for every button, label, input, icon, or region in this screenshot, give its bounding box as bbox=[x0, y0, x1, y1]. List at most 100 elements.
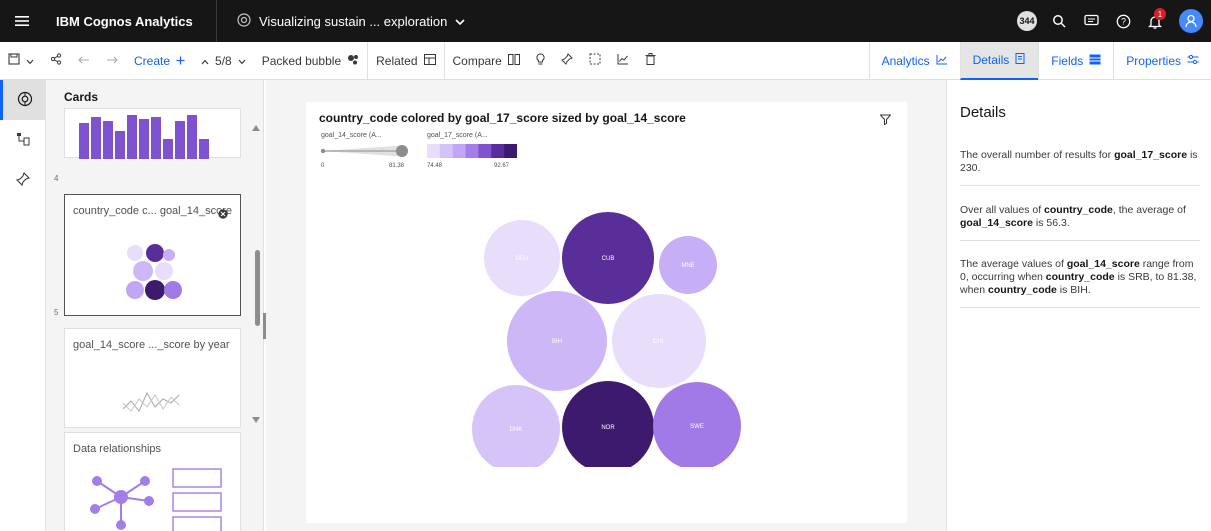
bubble-dnk[interactable] bbox=[472, 385, 560, 467]
select-area-icon bbox=[589, 53, 601, 68]
user-avatar-icon[interactable] bbox=[1171, 0, 1211, 42]
visualization-title: country_code colored by goal_17_score si… bbox=[319, 111, 686, 125]
share-icon bbox=[50, 53, 62, 68]
size-legend bbox=[320, 145, 408, 157]
create-button[interactable]: Create bbox=[126, 42, 193, 80]
bubble-label: SWE bbox=[690, 424, 704, 430]
bubble-label: CHL bbox=[653, 339, 666, 345]
bubble-label: DEU bbox=[516, 256, 529, 262]
color-legend-swatch bbox=[452, 144, 466, 158]
save-menu-button[interactable] bbox=[0, 42, 42, 80]
related-button[interactable]: Related bbox=[368, 41, 445, 80]
undo-icon bbox=[78, 54, 90, 68]
help-icon[interactable]: ? bbox=[1107, 0, 1139, 42]
color-legend-swatch bbox=[478, 144, 492, 158]
card-data-relationships[interactable]: Data relationships bbox=[64, 432, 241, 531]
details-panel: Details The overall number of results fo… bbox=[946, 80, 1211, 531]
tab-details-label: Details bbox=[972, 53, 1010, 67]
filter-icon[interactable] bbox=[879, 114, 892, 128]
card-label: country_code c... goal_14_score bbox=[73, 205, 232, 217]
bubble-nor[interactable] bbox=[562, 381, 654, 467]
compare-button[interactable]: Compare bbox=[445, 42, 528, 80]
color-legend-label: goal_17_score (A... bbox=[427, 132, 488, 139]
insights-button[interactable] bbox=[528, 42, 553, 80]
color-legend-swatch bbox=[439, 144, 454, 158]
rail-cards-button[interactable] bbox=[0, 80, 46, 120]
details-title: Details bbox=[960, 104, 1006, 121]
cards-scrollbar-thumb[interactable] bbox=[255, 250, 260, 326]
chevron-down-icon[interactable] bbox=[455, 14, 465, 29]
lightbulb-icon bbox=[536, 52, 545, 69]
color-legend-min: 74.48 bbox=[427, 163, 443, 169]
card-packed-bubble[interactable]: country_code c... goal_14_score bbox=[64, 194, 241, 316]
exploration-icon bbox=[237, 12, 251, 30]
chat-icon[interactable] bbox=[1075, 0, 1107, 42]
line-chart-icon bbox=[617, 53, 629, 68]
tab-details[interactable]: Details bbox=[959, 42, 1039, 80]
chevron-down-icon bbox=[26, 54, 34, 68]
close-icon[interactable] bbox=[218, 208, 228, 222]
card-thumbnail[interactable] bbox=[64, 108, 241, 159]
forecast-button[interactable] bbox=[609, 42, 637, 80]
pin-button[interactable] bbox=[553, 42, 581, 80]
select-area-button[interactable] bbox=[581, 42, 609, 80]
line-chart-thumbnail bbox=[122, 391, 180, 412]
rail-pins-button[interactable] bbox=[0, 160, 46, 200]
details-icon bbox=[1015, 52, 1026, 68]
cards-panel: Cards 4 country_code c... goal_14_score bbox=[46, 80, 264, 531]
notifications-icon[interactable]: 1 bbox=[1139, 0, 1171, 42]
packed-bubble-chart: DEU CUB MNE BIH CHL DNK NOR SWE bbox=[472, 212, 741, 467]
hamburger-menu-icon[interactable] bbox=[0, 0, 44, 42]
chevron-up-icon[interactable] bbox=[201, 54, 209, 68]
share-button[interactable] bbox=[42, 42, 70, 80]
tab-fields-label: Fields bbox=[1051, 54, 1084, 68]
scroll-up-icon[interactable] bbox=[252, 120, 260, 134]
detail-insight: Over all values of country_code, the ave… bbox=[960, 204, 1200, 242]
detail-insight: The average values of goal_14_score rang… bbox=[960, 258, 1200, 309]
card-number: 5 bbox=[54, 308, 59, 317]
scroll-down-icon[interactable] bbox=[252, 412, 260, 426]
sliders-icon bbox=[1187, 54, 1199, 68]
bubble-label: DNK bbox=[510, 427, 523, 433]
exploration-icon bbox=[17, 91, 33, 110]
tab-properties[interactable]: Properties bbox=[1113, 42, 1211, 80]
related-icon bbox=[423, 53, 436, 68]
delete-button[interactable] bbox=[637, 42, 664, 80]
fields-icon bbox=[1089, 54, 1101, 68]
search-icon[interactable] bbox=[1043, 0, 1075, 42]
chevron-down-icon[interactable] bbox=[238, 54, 246, 68]
rail-data-button[interactable] bbox=[0, 120, 46, 160]
card-pager[interactable]: 5/8 bbox=[193, 42, 254, 80]
page-indicator: 5/8 bbox=[215, 53, 232, 68]
tab-analytics[interactable]: Analytics bbox=[868, 42, 960, 80]
exploration-title[interactable]: Visualizing sustain ... exploration bbox=[217, 12, 465, 30]
related-label: Related bbox=[376, 53, 418, 68]
save-icon bbox=[8, 53, 20, 68]
redo-icon bbox=[106, 54, 118, 68]
compare-label: Compare bbox=[452, 53, 502, 68]
card-label: goal_14_score ..._score by year bbox=[73, 339, 230, 351]
redo-button[interactable] bbox=[98, 42, 126, 80]
tab-properties-label: Properties bbox=[1126, 54, 1181, 68]
bubble-chart-thumbnail bbox=[126, 244, 182, 300]
exploration-title-text: Visualizing sustain ... exploration bbox=[259, 13, 448, 29]
pin-icon bbox=[15, 171, 31, 189]
visualization-card[interactable]: country_code colored by goal_17_score si… bbox=[306, 102, 907, 523]
visualization-type-button[interactable]: Packed bubble bbox=[254, 41, 369, 80]
bar-chart-thumbnail bbox=[79, 115, 209, 159]
viz-type-label: Packed bubble bbox=[261, 53, 342, 68]
tab-fields[interactable]: Fields bbox=[1038, 42, 1113, 80]
color-legend-swatch bbox=[491, 144, 505, 158]
card-line-chart[interactable]: goal_14_score ..._score by year bbox=[64, 328, 241, 428]
toolbar: Create 5/8 Packed bubble Related Compare… bbox=[0, 41, 1211, 80]
undo-button[interactable] bbox=[70, 42, 98, 80]
user-count-badge[interactable]: 344 bbox=[1011, 0, 1043, 42]
detail-insight: The overall number of results for goal_1… bbox=[960, 149, 1200, 187]
analytics-icon bbox=[936, 54, 948, 68]
notification-count: 1 bbox=[1154, 8, 1166, 20]
compare-icon bbox=[507, 53, 520, 68]
top-bar: IBM Cognos Analytics Visualizing sustain… bbox=[0, 0, 1211, 42]
color-legend bbox=[427, 144, 517, 158]
pin-icon bbox=[560, 53, 573, 68]
cards-panel-title: Cards bbox=[64, 90, 99, 104]
